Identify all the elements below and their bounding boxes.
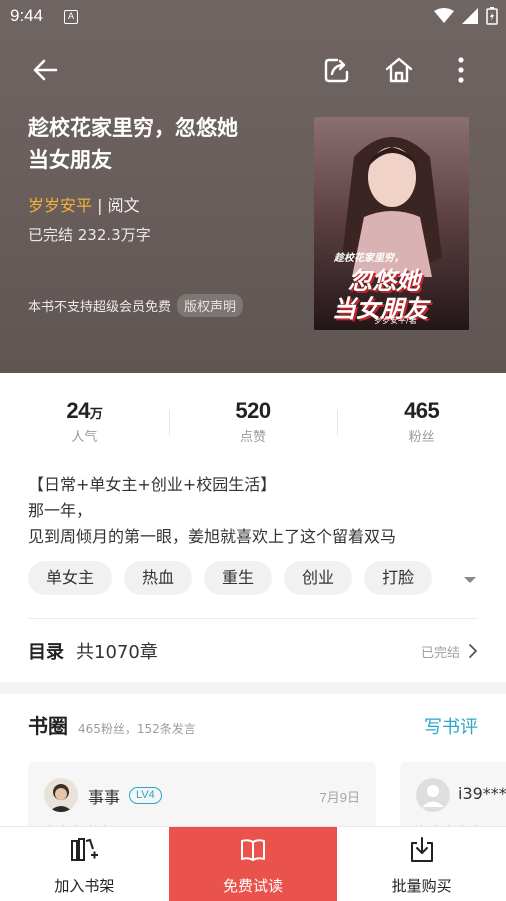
- circle-title: 书圈: [28, 714, 68, 738]
- caret-down-icon: [464, 577, 476, 583]
- stat-popularity-value: 24万: [66, 398, 103, 423]
- chevron-right-icon: [469, 644, 477, 658]
- book-circle-header: 书圈 465粉丝，152条发言 写书评: [28, 710, 478, 742]
- avatar-image: [44, 778, 78, 812]
- section-gap: [0, 682, 506, 694]
- book-cover[interactable]: 趁校花家里穷， 忽悠她 当女朋友 岁岁安平/著: [314, 117, 469, 330]
- stat-popularity-label: 人气: [71, 430, 98, 445]
- download-icon: [410, 837, 433, 862]
- free-read-label: 免费试读: [223, 877, 284, 895]
- more-vertical-icon: [458, 57, 464, 83]
- tag-chip[interactable]: 创业: [284, 561, 353, 595]
- intro-line1: 【日常+单女主+创业+校园生活】: [28, 475, 277, 494]
- battery-icon: [486, 7, 498, 25]
- status-icons: [434, 7, 498, 25]
- table-of-contents-row[interactable]: 目录 共1070章 已完结: [28, 637, 478, 665]
- tag-list: 单女主 热血 重生 创业 打脸: [28, 561, 506, 597]
- reviewer-name: 事事: [88, 788, 121, 807]
- tag-chip[interactable]: 热血: [124, 561, 193, 595]
- cover-author: 岁岁安平/著: [374, 316, 417, 325]
- avatar[interactable]: [416, 778, 450, 812]
- open-book-icon: [241, 839, 265, 861]
- toc-status: 已完结: [421, 642, 478, 661]
- stat-likes-value: 520: [235, 398, 271, 423]
- copyright-button[interactable]: 版权声明: [177, 294, 244, 317]
- status-bar: 9:44 A: [0, 0, 506, 34]
- bulk-buy-label: 批量购买: [391, 877, 452, 895]
- back-button[interactable]: [25, 50, 65, 90]
- free-read-button[interactable]: 免费试读: [168, 827, 338, 901]
- author-name[interactable]: 岁岁安平: [28, 196, 92, 215]
- home-button[interactable]: [379, 50, 419, 90]
- book-title: 趁校花家里穷，忽悠她 当女朋友: [28, 112, 288, 176]
- book-status: 已完结 232.3万字: [28, 226, 151, 244]
- stat-likes[interactable]: 520 点赞: [168, 388, 338, 458]
- book-intro[interactable]: 【日常+单女主+创业+校园生活】 那一年， 见到周倾月的第一眼，姜旭就喜欢上了这…: [28, 472, 478, 550]
- stat-fans-label: 粉丝: [408, 430, 435, 445]
- back-arrow-icon: [33, 59, 58, 81]
- default-avatar-icon: [416, 778, 450, 812]
- notification-icon: A: [64, 10, 78, 24]
- review-date: 7月9日: [319, 790, 360, 805]
- vip-note-row: 本书不支持超级会员免费 版权声明: [28, 294, 244, 317]
- tag-chip[interactable]: 重生: [204, 561, 273, 595]
- stat-fans[interactable]: 465 粉丝: [337, 388, 506, 458]
- publisher: 阅文: [107, 196, 140, 215]
- book-title-line2: 当女朋友: [28, 148, 112, 172]
- book-header: 9:44 A 趁校花家里穷，忽悠她 当女朋友 岁岁安平 | 阅文 已完结 232…: [0, 0, 506, 373]
- top-nav: [0, 50, 506, 90]
- toc-count: 共1070章: [76, 642, 158, 663]
- more-button[interactable]: [441, 50, 481, 90]
- bottom-action-bar: 加入书架 免费试读 批量购买: [0, 826, 506, 901]
- reviewer-name: i39****: [458, 784, 506, 803]
- bulk-buy-button[interactable]: 批量购买: [337, 827, 506, 901]
- avatar[interactable]: [44, 778, 78, 812]
- signal-icon: [462, 8, 478, 24]
- stat-popularity: 24万 人气: [0, 388, 169, 458]
- book-title-line1: 趁校花家里穷，忽悠她: [28, 116, 238, 140]
- circle-subtitle: 465粉丝，152条发言: [78, 722, 196, 736]
- author-separator: |: [92, 196, 108, 215]
- share-icon: [324, 58, 349, 83]
- tag-chip[interactable]: 单女主: [28, 561, 113, 595]
- vip-note: 本书不支持超级会员免费: [28, 300, 172, 315]
- stat-likes-label: 点赞: [240, 430, 267, 445]
- status-time: 9:44: [10, 6, 44, 25]
- level-badge: LV4: [129, 787, 162, 804]
- home-icon: [385, 57, 413, 83]
- stat-fans-value: 465: [404, 398, 440, 423]
- add-to-shelf-button[interactable]: 加入书架: [0, 827, 169, 901]
- author-line: 岁岁安平 | 阅文: [28, 192, 140, 216]
- add-to-shelf-label: 加入书架: [54, 877, 115, 895]
- divider: [28, 618, 478, 619]
- share-button[interactable]: [317, 50, 357, 90]
- stats-row: 24万 人气 520 点赞 465 粉丝: [0, 388, 506, 458]
- intro-line3: 见到周倾月的第一眼，姜旭就喜欢上了这个留着双马: [28, 527, 397, 546]
- toc-status-text: 已完结: [420, 645, 460, 661]
- intro-line2: 那一年，: [28, 501, 93, 520]
- wifi-icon: [434, 8, 454, 23]
- expand-tags-button[interactable]: [460, 570, 480, 590]
- bookshelf-add-icon: [71, 838, 99, 861]
- tag-chip[interactable]: 打脸: [364, 561, 433, 595]
- write-review-button[interactable]: 写书评: [424, 713, 478, 739]
- toc-title: 目录: [28, 642, 64, 663]
